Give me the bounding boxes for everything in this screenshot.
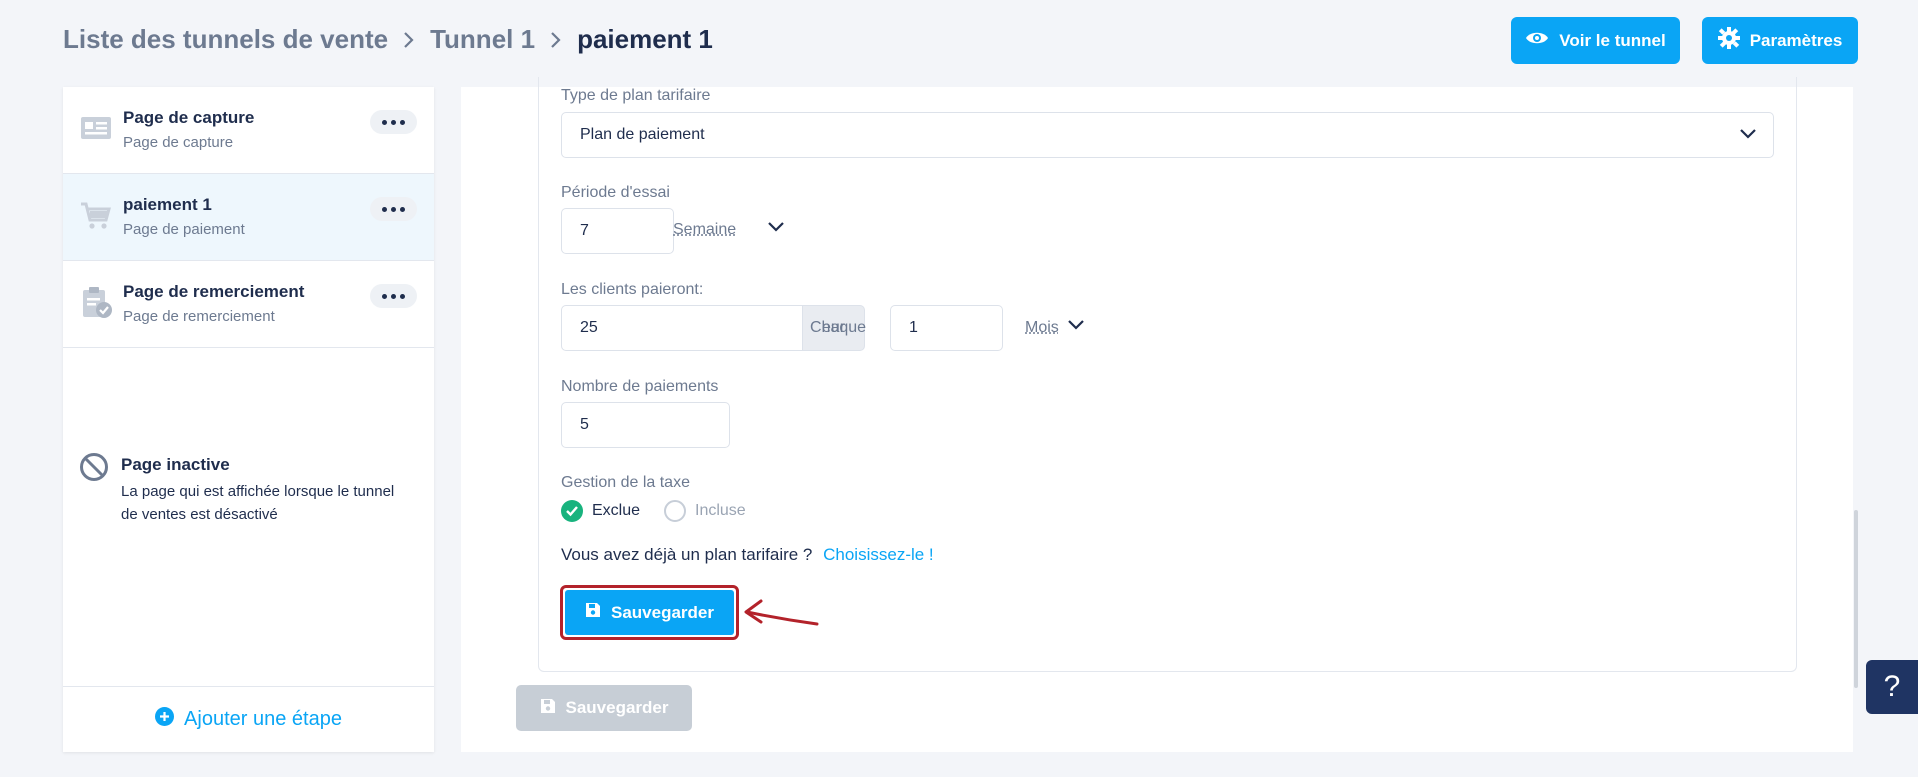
add-step-label: Ajouter une étape xyxy=(184,708,342,730)
step-inactive[interactable]: Page inactive La page qui est affichée l… xyxy=(63,435,434,535)
view-funnel-label: Voir le tunnel xyxy=(1559,30,1666,50)
plan-type-label: Type de plan tarifaire xyxy=(561,87,711,104)
existing-plan-prompt: Vous avez déjà un plan tarifaire ? Chois… xyxy=(561,545,934,565)
trial-period-input[interactable]: 7 xyxy=(561,208,674,254)
eye-icon xyxy=(1525,30,1549,51)
step-payment[interactable]: paiement 1 Page de paiement xyxy=(63,174,434,261)
existing-plan-text: Vous avez déjà un plan tarifaire ? xyxy=(561,545,813,564)
help-label: ? xyxy=(1883,670,1901,703)
save-button-highlight: Sauvegarder xyxy=(560,585,739,640)
more-options-icon[interactable] xyxy=(370,284,417,308)
more-options-icon[interactable] xyxy=(370,197,417,221)
settings-label: Paramètres xyxy=(1749,30,1843,50)
step-thank-you[interactable]: Page de remerciement Page de remerciemen… xyxy=(63,261,434,348)
annotation-arrow-icon xyxy=(741,597,821,636)
save-label: Sauvegarder xyxy=(565,698,669,717)
breadcrumb-funnels-list[interactable]: Liste des tunnels de vente xyxy=(63,24,388,55)
tax-option-excluded[interactable]: Exclue xyxy=(561,500,640,522)
settings-button[interactable]: Paramètres xyxy=(1702,17,1858,64)
tax-option-label: Incluse xyxy=(695,502,746,519)
every-label: Chaque xyxy=(810,319,867,336)
capture-page-icon xyxy=(79,111,113,145)
trial-unit-select[interactable]: Semaine xyxy=(673,221,736,239)
payment-plan-form: Type de plan tarifaire Plan de paiement … xyxy=(538,77,1797,672)
chevron-down-icon[interactable] xyxy=(1067,318,1085,336)
page-title: paiement 1 xyxy=(577,24,713,54)
trial-period-label: Période d'essai xyxy=(561,184,670,201)
step-subtitle: Page de paiement xyxy=(123,221,245,238)
cart-icon xyxy=(79,198,113,232)
customers-pay-label: Les clients paieront: xyxy=(561,281,704,298)
funnel-steps-sidebar: Page de capture Page de capture paiement… xyxy=(63,87,434,752)
tax-option-label: Exclue xyxy=(592,502,641,519)
number-of-payments-value: 5 xyxy=(580,416,589,433)
more-options-icon[interactable] xyxy=(370,110,417,134)
interval-unit-select[interactable]: Mois xyxy=(1025,319,1059,337)
view-funnel-button[interactable]: Voir le tunnel xyxy=(1511,17,1680,64)
help-button[interactable]: ? xyxy=(1866,660,1918,714)
save-button[interactable]: Sauvegarder xyxy=(565,590,734,635)
step-subtitle: Page de remerciement xyxy=(123,308,275,325)
choose-plan-link[interactable]: Choisissez-le ! xyxy=(823,545,934,564)
gear-icon xyxy=(1717,27,1740,54)
breadcrumb: Liste des tunnels de vente Tunnel 1 paie… xyxy=(63,24,713,55)
radio-empty-icon xyxy=(664,500,686,522)
interval-value: 1 xyxy=(909,319,918,336)
floppy-disk-icon xyxy=(585,602,601,623)
add-step-button[interactable]: Ajouter une étape xyxy=(63,686,434,752)
number-of-payments-label: Nombre de paiements xyxy=(561,378,719,395)
chevron-right-icon xyxy=(402,30,416,50)
plus-circle-icon xyxy=(155,707,175,732)
step-editor-panel: Type de plan tarifaire Plan de paiement … xyxy=(461,77,1853,752)
tax-management-label: Gestion de la taxe xyxy=(561,474,690,491)
chevron-right-icon xyxy=(549,30,563,50)
save-label: Sauvegarder xyxy=(611,602,714,622)
step-title: Page de capture xyxy=(123,108,255,127)
step-subtitle: Page de capture xyxy=(123,134,234,151)
scrollbar-thumb[interactable] xyxy=(1854,510,1858,688)
ban-icon xyxy=(79,452,109,482)
page-header: Liste des tunnels de vente Tunnel 1 paie… xyxy=(0,0,1918,84)
clipboard-check-icon xyxy=(79,285,113,319)
number-of-payments-input[interactable]: 5 xyxy=(561,402,730,448)
amount-value: 25 xyxy=(580,319,598,336)
floppy-disk-icon xyxy=(540,698,556,719)
trial-period-value: 7 xyxy=(580,222,589,239)
plan-type-select[interactable]: Plan de paiement xyxy=(561,112,1774,158)
chevron-down-icon xyxy=(1739,127,1757,145)
step-title: Page inactive xyxy=(121,455,230,474)
chevron-down-icon[interactable] xyxy=(767,220,785,238)
step-title: paiement 1 xyxy=(123,195,212,214)
breadcrumb-tunnel[interactable]: Tunnel 1 xyxy=(430,24,535,55)
step-description: La page qui est affichée lorsque le tunn… xyxy=(121,483,395,523)
step-capture[interactable]: Page de capture Page de capture xyxy=(63,87,434,174)
interval-input[interactable]: 1 xyxy=(890,305,1003,351)
step-title: Page de remerciement xyxy=(123,282,305,301)
check-circle-icon xyxy=(561,500,583,522)
plan-type-value: Plan de paiement xyxy=(580,126,705,143)
save-button-disabled[interactable]: Sauvegarder xyxy=(516,685,692,731)
amount-input[interactable]: 25 xyxy=(561,305,803,351)
tax-option-included[interactable]: Incluse xyxy=(664,500,746,522)
